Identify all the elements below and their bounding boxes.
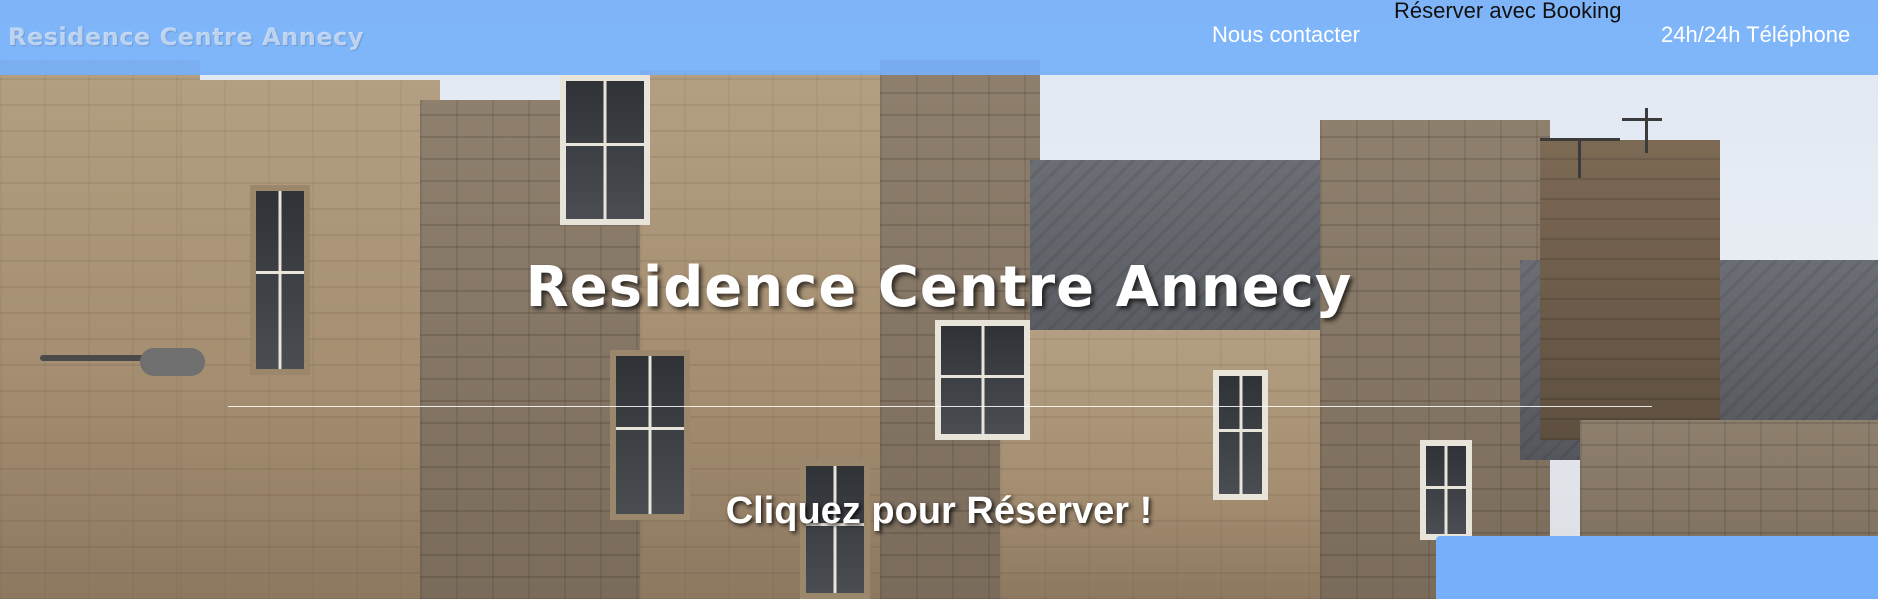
nav-contact-link[interactable]: Nous contacter xyxy=(1212,22,1360,48)
hero-title: Residence Centre Annecy xyxy=(525,255,1353,320)
nav-booking-link[interactable]: Réserver avec Booking xyxy=(1394,0,1621,24)
nav-phone-link[interactable]: 24h/24h Téléphone xyxy=(1661,22,1850,48)
reserve-cta-label: Cliquez pour Réserver ! xyxy=(725,490,1153,532)
street-lamp-head xyxy=(140,348,205,376)
antenna xyxy=(1578,138,1581,178)
antenna xyxy=(1645,108,1648,153)
window xyxy=(935,320,1030,440)
reserve-cta-button[interactable]: Cliquez pour Réserver ! xyxy=(0,490,1878,533)
brand-logo-text[interactable]: Residence Centre Annecy xyxy=(8,23,364,51)
hero-divider xyxy=(228,406,1652,407)
bottom-right-panel xyxy=(1436,536,1878,599)
window xyxy=(560,75,650,225)
page: Residence Centre Annecy Nous contacter R… xyxy=(0,0,1878,599)
antenna xyxy=(1622,118,1662,121)
window xyxy=(1213,370,1268,500)
top-navigation-bar: Residence Centre Annecy Nous contacter R… xyxy=(0,0,1878,75)
